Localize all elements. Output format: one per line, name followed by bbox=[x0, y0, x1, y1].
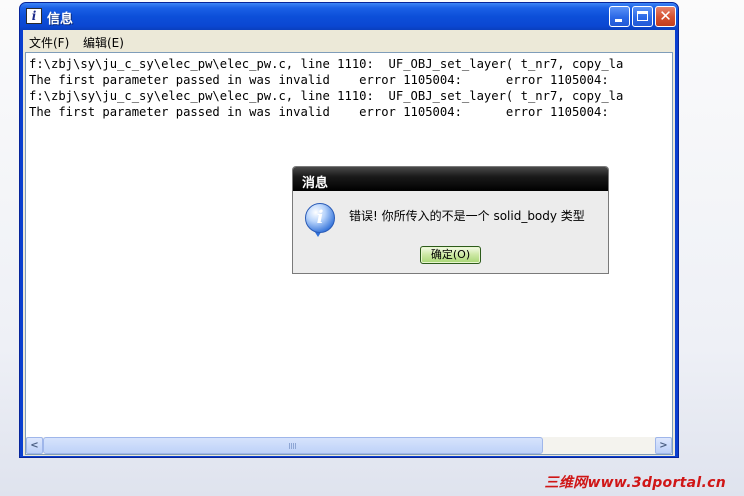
menu-file[interactable]: 文件(F) bbox=[29, 34, 69, 51]
watermark: 三维网www.3dportal.cn bbox=[544, 475, 726, 491]
log-line: The first parameter passed in was invali… bbox=[29, 73, 609, 87]
maximize-icon bbox=[637, 11, 648, 21]
menu-bar: 文件(F) 编辑(E) bbox=[23, 30, 675, 52]
close-icon: ✕ bbox=[659, 7, 672, 25]
log-line: The first parameter passed in was invali… bbox=[29, 105, 609, 119]
information-icon: i bbox=[305, 203, 335, 233]
log-line: f:\zbj\sy\ju_c_sy\elec_pw\elec_pw.c, lin… bbox=[29, 89, 624, 103]
message-dialog: 消息 i 错误! 你所传入的不是一个 solid_body 类型 确定(O) bbox=[292, 166, 609, 274]
scroll-thumb[interactable] bbox=[43, 437, 543, 454]
horizontal-scrollbar[interactable]: < > bbox=[26, 437, 672, 454]
window-title: 信息 bbox=[47, 12, 74, 27]
scroll-left-button[interactable]: < bbox=[26, 437, 43, 454]
scroll-grip-icon bbox=[289, 443, 297, 449]
minimize-button[interactable] bbox=[609, 6, 630, 27]
dialog-titlebar[interactable]: 消息 bbox=[293, 167, 608, 191]
dialog-message: 错误! 你所传入的不是一个 solid_body 类型 bbox=[349, 209, 585, 223]
scroll-right-button[interactable]: > bbox=[655, 437, 672, 454]
window-titlebar[interactable]: i 信息 ✕ bbox=[20, 3, 678, 30]
log-line: f:\zbj\sy\ju_c_sy\elec_pw\elec_pw.c, lin… bbox=[29, 57, 624, 71]
ok-button[interactable]: 确定(O) bbox=[420, 246, 481, 264]
dialog-title: 消息 bbox=[302, 176, 329, 191]
maximize-button[interactable] bbox=[632, 6, 653, 27]
minimize-icon bbox=[615, 19, 622, 22]
menu-edit[interactable]: 编辑(E) bbox=[83, 34, 124, 51]
info-i-icon: i bbox=[26, 8, 42, 24]
close-button[interactable]: ✕ bbox=[655, 6, 676, 27]
